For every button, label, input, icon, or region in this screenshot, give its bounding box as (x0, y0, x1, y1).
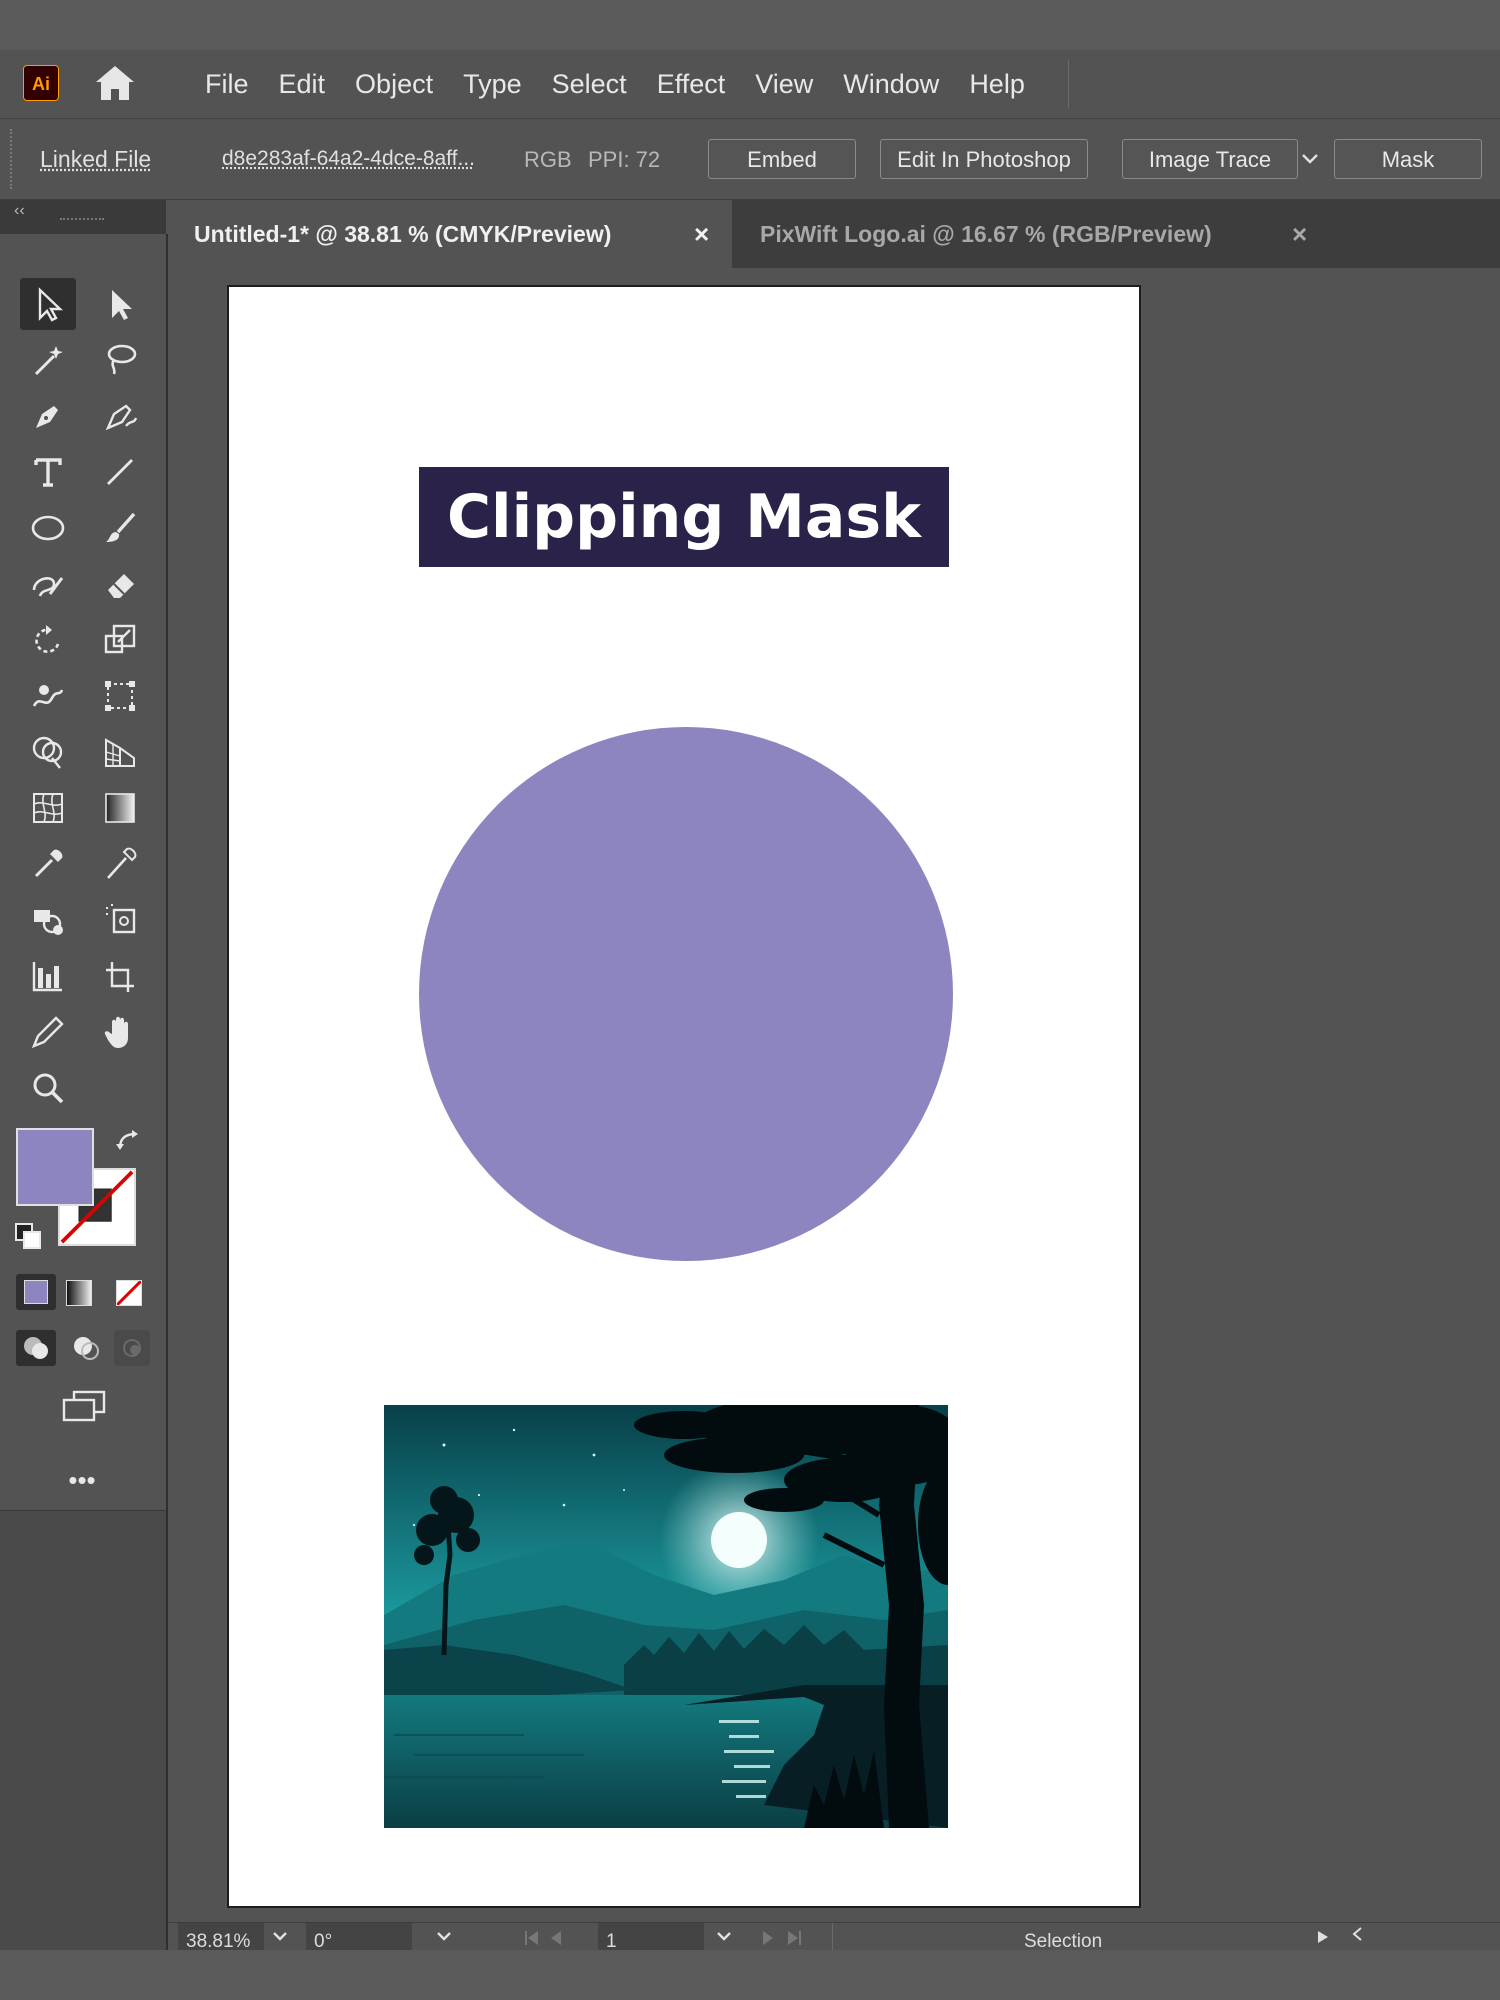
paintbrush-tool-icon[interactable] (92, 502, 148, 554)
placed-image[interactable] (384, 1405, 948, 1828)
control-bar-grip[interactable] (10, 129, 18, 189)
scale-tool-icon[interactable] (92, 614, 148, 666)
tab-untitled-1[interactable]: Untitled-1* @ 38.81 % (CMYK/Preview) × (166, 200, 732, 268)
none-mode-icon[interactable] (116, 1280, 142, 1306)
shaper-tool-icon[interactable] (20, 558, 76, 610)
control-bar: Linked File d8e283af-64a2-4dce-8aff... R… (0, 119, 1500, 200)
color-mode-label: RGB (524, 147, 572, 172)
menu-object[interactable]: Object (340, 69, 448, 100)
tab-label: Untitled-1* @ 38.81 % (CMYK/Preview) (194, 221, 612, 247)
gradient-tool-icon[interactable] (92, 782, 148, 834)
menu-effect[interactable]: Effect (642, 69, 741, 100)
first-artboard-icon[interactable] (524, 1927, 540, 1947)
tab-pixwift-logo[interactable]: PixWift Logo.ai @ 16.67 % (RGB/Preview) … (732, 200, 1322, 268)
more-tools-icon[interactable]: ••• (62, 1460, 102, 1500)
color-mode-button[interactable] (16, 1274, 56, 1310)
artboard-number-field[interactable]: 1 (598, 1923, 704, 1951)
selection-tool-icon[interactable] (20, 278, 76, 330)
scroll-left-icon[interactable] (1348, 1923, 1368, 1947)
menu-window[interactable]: Window (828, 69, 954, 100)
artboard-dropdown-icon[interactable] (712, 1927, 736, 1947)
zoom-field[interactable]: 38.81% (178, 1923, 264, 1951)
hand-tool-icon[interactable] (92, 1006, 148, 1058)
pen-tool-icon[interactable] (20, 390, 76, 442)
image-trace-dropdown-icon[interactable] (1298, 147, 1322, 171)
ppi-label: PPI: 72 (588, 147, 661, 172)
current-tool-label: Selection (1024, 1931, 1103, 1951)
rotate-tool-icon[interactable] (20, 614, 76, 666)
tools-panel-empty (0, 1510, 168, 1951)
menu-file[interactable]: File (190, 69, 264, 100)
direct-selection-tool-icon[interactable] (92, 278, 148, 330)
slice-tool-icon[interactable] (92, 950, 148, 1002)
eyedropper-alt-tool-icon[interactable] (92, 838, 148, 890)
symbol-sprayer-tool-icon[interactable] (20, 894, 76, 946)
status-divider (832, 1923, 833, 1951)
type-tool-icon[interactable] (20, 446, 76, 498)
illustrator-logo: Ai (23, 65, 59, 101)
last-artboard-icon[interactable] (786, 1927, 802, 1947)
curvature-tool-icon[interactable] (92, 390, 148, 442)
mesh-tool-icon[interactable] (20, 782, 76, 834)
fill-swatch[interactable] (16, 1128, 94, 1206)
rotation-field[interactable]: 0° (306, 1923, 412, 1951)
artboard-tool-icon[interactable] (92, 894, 148, 946)
magic-wand-tool-icon[interactable] (20, 334, 76, 386)
linked-file-link[interactable]: Linked File (40, 146, 151, 173)
window-bottom-strip (0, 1950, 1500, 2000)
column-graph-tool-icon[interactable] (20, 950, 76, 1002)
menu-view[interactable]: View (740, 69, 828, 100)
menu-edit[interactable]: Edit (264, 69, 341, 100)
eyedropper-tool-icon[interactable] (20, 838, 76, 890)
draw-behind-icon[interactable] (66, 1330, 106, 1366)
zoom-dropdown-icon[interactable] (268, 1927, 292, 1947)
eraser-tool-icon[interactable] (92, 558, 148, 610)
purple-circle[interactable] (419, 727, 953, 1261)
image-trace-button[interactable]: Image Trace (1122, 139, 1298, 179)
menu-select[interactable]: Select (537, 69, 642, 100)
previous-artboard-icon[interactable] (548, 1927, 564, 1947)
status-bar: 38.81% 0° 1 Selection (168, 1922, 1500, 1951)
lasso-tool-icon[interactable] (92, 334, 148, 386)
free-transform-tool-icon[interactable] (92, 670, 148, 722)
close-icon[interactable]: × (1292, 200, 1307, 268)
menu-divider (1068, 60, 1069, 108)
menu-bar: Ai File Edit Object Type Select Effect V… (0, 50, 1500, 119)
artboard-title[interactable]: Clipping Mask (419, 467, 949, 567)
edit-in-photoshop-button[interactable]: Edit In Photoshop (880, 139, 1088, 179)
menu-help[interactable]: Help (954, 69, 1040, 100)
zoom-tool-icon[interactable] (20, 1062, 76, 1114)
gradient-mode-icon[interactable] (66, 1280, 92, 1306)
linked-file-name[interactable]: d8e283af-64a2-4dce-8aff... (222, 147, 475, 171)
tab-label: PixWift Logo.ai @ 16.67 % (RGB/Preview) (760, 221, 1212, 247)
default-fill-stroke-icon[interactable] (14, 1222, 44, 1252)
color-icon (24, 1280, 48, 1304)
collapse-panel-icon[interactable]: ‹‹ (14, 202, 25, 220)
status-menu-arrow-icon[interactable] (1310, 1925, 1334, 1949)
swap-fill-stroke-icon[interactable] (114, 1128, 144, 1158)
tools-panel-header: ‹‹ (0, 200, 166, 234)
home-icon[interactable] (92, 62, 138, 104)
warp-tool-icon[interactable] (20, 670, 76, 722)
mask-button[interactable]: Mask (1334, 139, 1482, 179)
panel-grip[interactable] (60, 218, 104, 220)
ellipse-tool-icon[interactable] (20, 502, 76, 554)
menu-type[interactable]: Type (448, 69, 537, 100)
draw-inside-icon[interactable] (114, 1330, 150, 1366)
screen-mode-icon[interactable] (56, 1386, 112, 1426)
next-artboard-icon[interactable] (760, 1927, 776, 1947)
draw-normal-button[interactable] (16, 1330, 56, 1366)
line-segment-tool-icon[interactable] (92, 446, 148, 498)
pencil-tool-icon[interactable] (20, 1006, 76, 1058)
perspective-grid-tool-icon[interactable] (92, 726, 148, 778)
window-top-strip (0, 0, 1500, 50)
shape-builder-tool-icon[interactable] (20, 726, 76, 778)
embed-button[interactable]: Embed (708, 139, 856, 179)
rotation-dropdown-icon[interactable] (432, 1927, 456, 1947)
close-icon[interactable]: × (694, 200, 709, 268)
